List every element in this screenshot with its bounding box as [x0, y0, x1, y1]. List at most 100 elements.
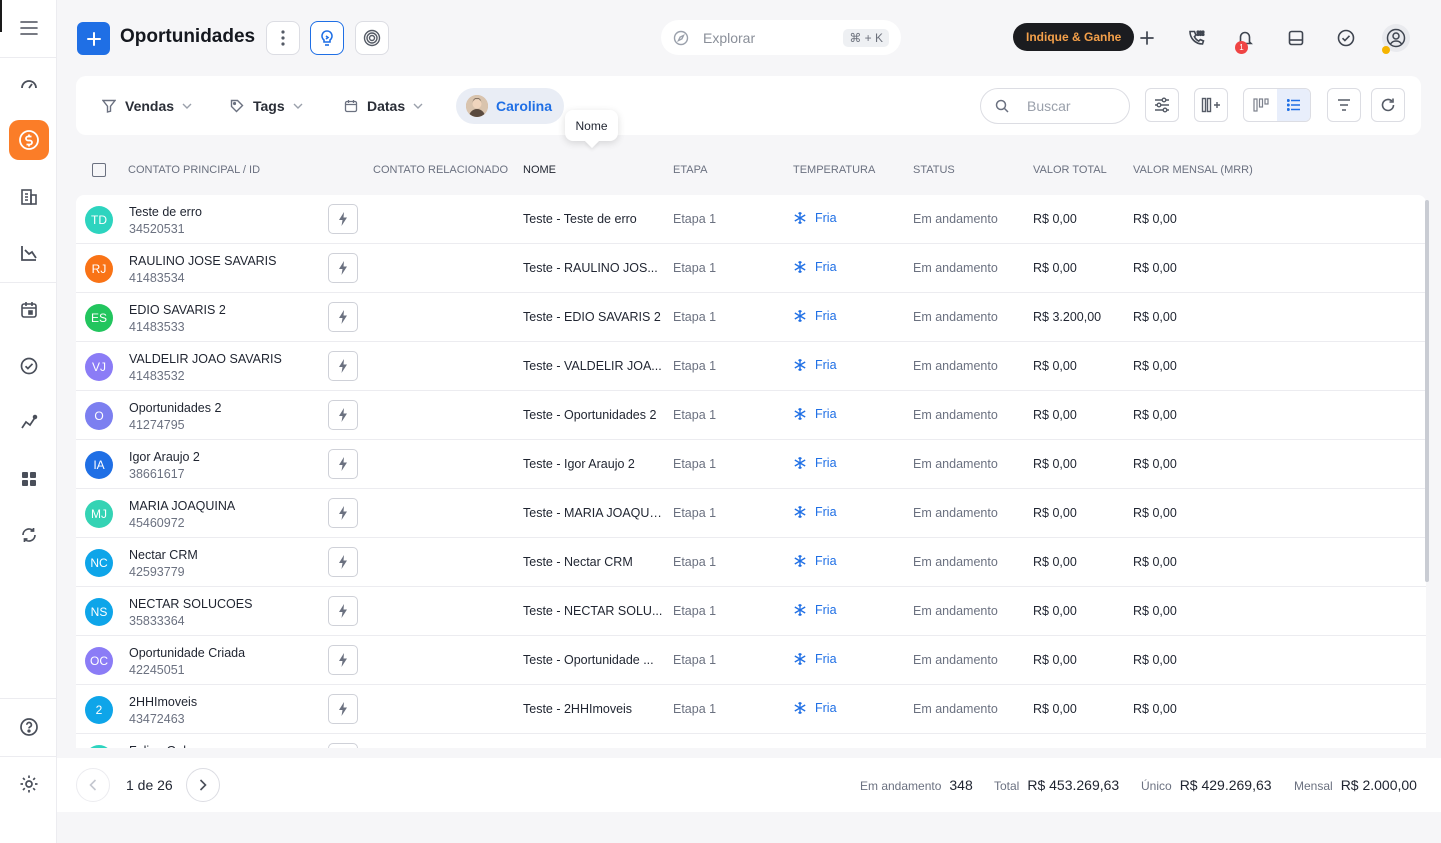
contact-name[interactable]: Oportunidades 2 [129, 401, 221, 415]
quick-action-bolt-icon[interactable] [328, 596, 358, 626]
table-row[interactable]: VJ VALDELIR JOAO SAVARIS 41483532 Teste - V… [76, 342, 1426, 391]
refer-and-earn-button[interactable]: Indique & Ganhe [1013, 23, 1135, 51]
sort-button[interactable] [1327, 88, 1361, 122]
table-row[interactable]: IA Igor Araujo 2 38661617 Teste - Igor Arau… [76, 440, 1426, 489]
table-scrollbar[interactable] [1425, 200, 1429, 582]
opportunity-name[interactable]: Teste - Teste de erro [523, 212, 663, 226]
contact-name[interactable]: Nectar CRM [129, 548, 198, 562]
table-row[interactable]: NC Nectar CRM 42593779 Teste - Nectar CRM Et… [76, 538, 1426, 587]
refresh-button[interactable] [1371, 88, 1405, 122]
opportunity-name[interactable]: Teste - EDIO SAVARIS 2 [523, 310, 663, 324]
table-row[interactable]: TD Teste de erro 34520531 Teste - Teste de … [76, 195, 1426, 244]
contact-name[interactable]: Felipe Gabr... [129, 744, 204, 748]
quick-action-bolt-icon[interactable] [328, 694, 358, 724]
table-row[interactable]: OC Oportunidade Criada 42245051 Teste - Opo… [76, 636, 1426, 685]
quick-action-bolt-icon[interactable] [328, 400, 358, 430]
opportunity-name[interactable]: Teste - Igor Araujo 2 [523, 457, 663, 471]
opportunity-name[interactable]: Teste - RAULINO JOS... [523, 261, 663, 275]
filter-datas[interactable]: Datas [344, 94, 423, 118]
contact-id: 35833364 [129, 614, 185, 628]
dashboard-icon[interactable] [9, 64, 49, 104]
opportunity-name[interactable]: Teste - VALDELIR JOA... [523, 359, 663, 373]
sync-icon[interactable] [9, 515, 49, 555]
quick-action-bolt-icon[interactable] [328, 645, 358, 675]
quick-action-bolt-icon[interactable] [328, 449, 358, 479]
opportunity-name[interactable]: Teste - Oportunidades 2 [523, 408, 663, 422]
column-temperatura[interactable]: TEMPERATURA [793, 164, 875, 176]
column-status[interactable]: STATUS [913, 164, 955, 176]
contact-id: 41483532 [129, 369, 185, 383]
tasks-check-icon[interactable] [1334, 26, 1358, 50]
funnel-icon [102, 99, 116, 113]
quick-action-bolt-icon[interactable] [328, 743, 358, 748]
settings-icon[interactable] [9, 764, 49, 804]
list-view-icon[interactable] [1277, 89, 1310, 121]
fingerprint-icon[interactable] [355, 21, 389, 55]
dollar-icon[interactable] [9, 120, 49, 160]
opportunity-name[interactable]: Teste - NECTAR SOLU... [523, 604, 663, 618]
calendar-icon[interactable] [9, 290, 49, 330]
contact-id: 41274795 [129, 418, 185, 432]
column-nome[interactable]: NOME [523, 164, 556, 176]
check-circle-icon[interactable] [9, 346, 49, 386]
ai-insights-button[interactable] [310, 21, 344, 55]
building-icon[interactable] [9, 177, 49, 217]
contact-name[interactable]: RAULINO JOSE SAVARIS [129, 254, 277, 268]
chart-icon[interactable] [9, 233, 49, 273]
quick-action-bolt-icon[interactable] [328, 204, 358, 234]
column-etapa[interactable]: ETAPA [673, 164, 707, 176]
plus-icon[interactable] [1135, 26, 1159, 50]
user-photo [466, 95, 488, 117]
user-filter-chip[interactable]: Carolina [456, 88, 565, 124]
contact-name[interactable]: VALDELIR JOAO SAVARIS [129, 352, 282, 366]
search-input[interactable]: Buscar [980, 88, 1130, 124]
filter-vendas[interactable]: Vendas [102, 94, 192, 118]
add-opportunity-button[interactable] [77, 22, 110, 55]
table-row[interactable]: Felipe Gabr... [76, 734, 1426, 748]
contact-name[interactable]: 2HHImoveis [129, 695, 197, 709]
opportunity-name[interactable]: Teste - Nectar CRM [523, 555, 663, 569]
table-row[interactable]: O Oportunidades 2 41274795 Teste - Oportuni… [76, 391, 1426, 440]
adjust-filters-button[interactable] [1145, 88, 1179, 122]
table-row[interactable]: NS NECTAR SOLUCOES 35833364 Teste - NECTAR … [76, 587, 1426, 636]
contact-name[interactable]: MARIA JOAQUINA [129, 499, 235, 513]
column-contato[interactable]: CONTATO PRINCIPAL / ID [128, 164, 260, 176]
quick-action-bolt-icon[interactable] [328, 547, 358, 577]
table-row[interactable]: MJ MARIA JOAQUINA 45460972 Teste - MARIA JO… [76, 489, 1426, 538]
more-options-button[interactable] [266, 21, 300, 55]
add-column-button[interactable] [1194, 88, 1228, 122]
column-relacionado[interactable]: CONTATO RELACIONADO [373, 164, 508, 176]
next-page-button[interactable] [186, 768, 220, 802]
widgets-icon[interactable] [9, 459, 49, 499]
table-row[interactable]: 2 2HHImoveis 43472463 Teste - 2HHImoveis Eta… [76, 685, 1426, 734]
stat-value: R$ 2.000,00 [1340, 777, 1417, 793]
opportunity-name[interactable]: Teste - 2HHImoveis [523, 702, 663, 716]
table-row[interactable]: RJ RAULINO JOSE SAVARIS 41483534 Teste - RA… [76, 244, 1426, 293]
contact-name[interactable]: Oportunidade Criada [129, 646, 245, 660]
quick-action-bolt-icon[interactable] [328, 253, 358, 283]
menu-icon[interactable] [9, 8, 49, 48]
analytics-icon[interactable] [9, 402, 49, 442]
contact-name[interactable]: Teste de erro [129, 205, 202, 219]
contact-name[interactable]: NECTAR SOLUCOES [129, 597, 252, 611]
explore-search[interactable]: Explorar ⌘ + K [661, 20, 901, 55]
filter-tags[interactable]: Tags [230, 94, 303, 118]
inbox-icon[interactable] [1284, 26, 1308, 50]
opportunity-name[interactable]: Teste - Oportunidade ... [523, 653, 663, 667]
table-row[interactable]: ES EDIO SAVARIS 2 41483533 Teste - EDIO SAV… [76, 293, 1426, 342]
phone-dialpad-icon[interactable] [1184, 26, 1208, 50]
kanban-view-icon[interactable] [1244, 89, 1277, 121]
select-all-checkbox[interactable] [92, 163, 106, 177]
quick-action-bolt-icon[interactable] [328, 302, 358, 332]
contact-name[interactable]: EDIO SAVARIS 2 [129, 303, 226, 317]
status: Em andamento [913, 702, 998, 716]
quick-action-bolt-icon[interactable] [328, 498, 358, 528]
contact-name[interactable]: Igor Araujo 2 [129, 450, 200, 464]
help-icon[interactable] [9, 707, 49, 747]
column-valor-mensal[interactable]: VALOR MENSAL (MRR) [1133, 164, 1253, 176]
prev-page-button[interactable] [76, 768, 110, 802]
opportunity-name[interactable]: Teste - MARIA JOAQUI... [523, 506, 663, 520]
quick-action-bolt-icon[interactable] [328, 351, 358, 381]
mrr-value: R$ 0,00 [1133, 408, 1177, 422]
column-valor-total[interactable]: VALOR TOTAL [1033, 164, 1107, 176]
